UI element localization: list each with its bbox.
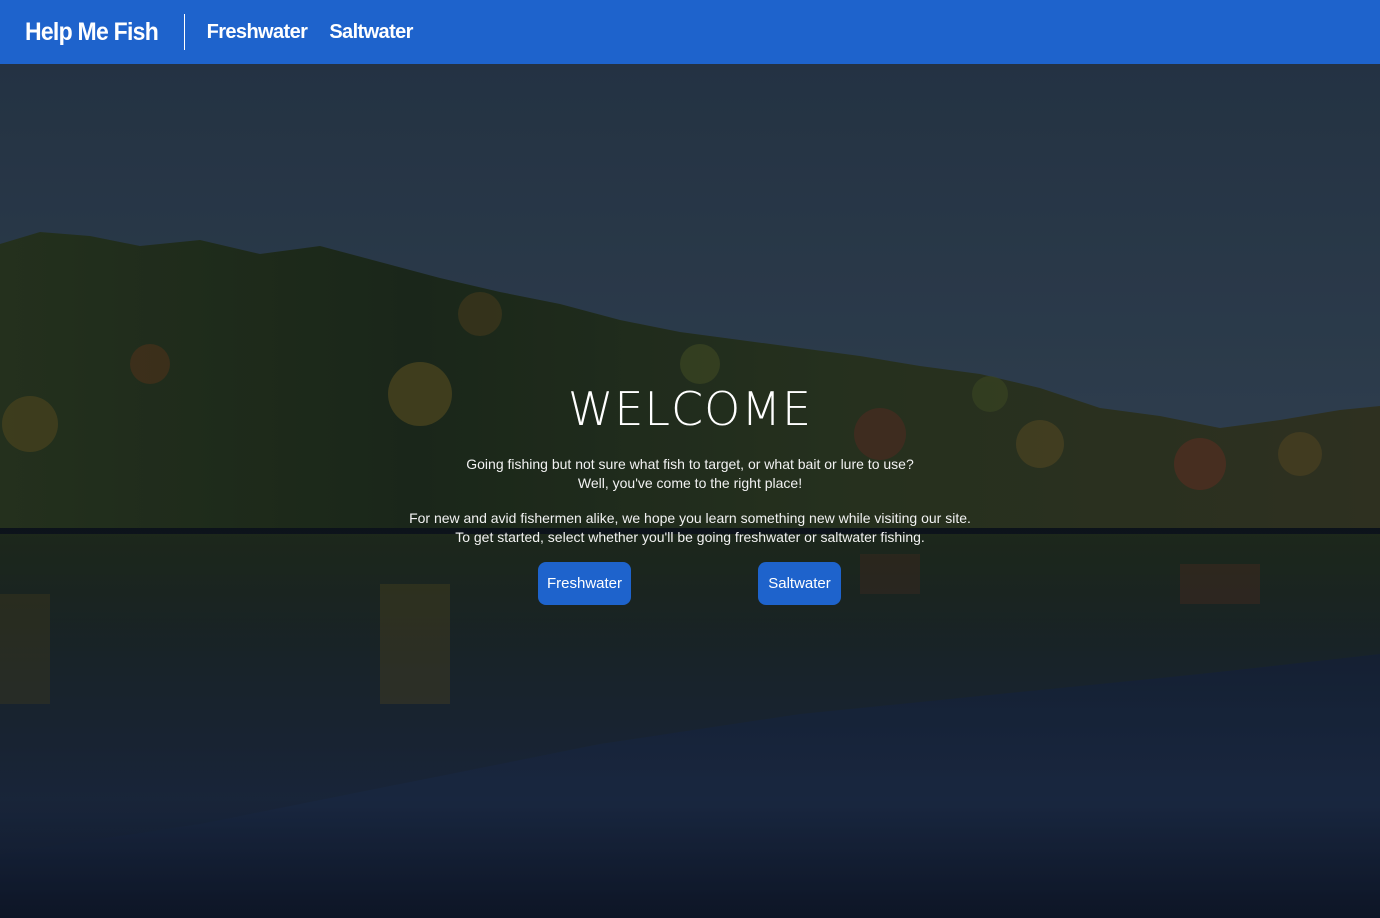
intro-paragraph: Going fishing but not sure what fish to … (0, 455, 1380, 493)
top-navbar: Help Me Fish Freshwater Saltwater (0, 0, 1380, 64)
nav-divider (183, 14, 185, 50)
intro-line-2: Well, you've come to the right place! (577, 475, 803, 491)
saltwater-button[interactable]: Saltwater (758, 562, 841, 605)
hero-content: WELCOME Going fishing but not sure what … (0, 64, 1380, 918)
instructions-line-2: To get started, select whether you'll be… (455, 529, 925, 545)
nav-link-freshwater[interactable]: Freshwater (207, 22, 308, 42)
welcome-heading: WELCOME (567, 382, 813, 436)
nav-link-saltwater[interactable]: Saltwater (329, 22, 413, 42)
freshwater-button[interactable]: Freshwater (538, 562, 631, 605)
brand-link[interactable]: Help Me Fish (25, 19, 159, 45)
instructions-line-1: For new and avid fishermen alike, we hop… (409, 510, 971, 526)
instructions-paragraph: For new and avid fishermen alike, we hop… (0, 509, 1380, 547)
intro-line-1: Going fishing but not sure what fish to … (466, 456, 914, 472)
